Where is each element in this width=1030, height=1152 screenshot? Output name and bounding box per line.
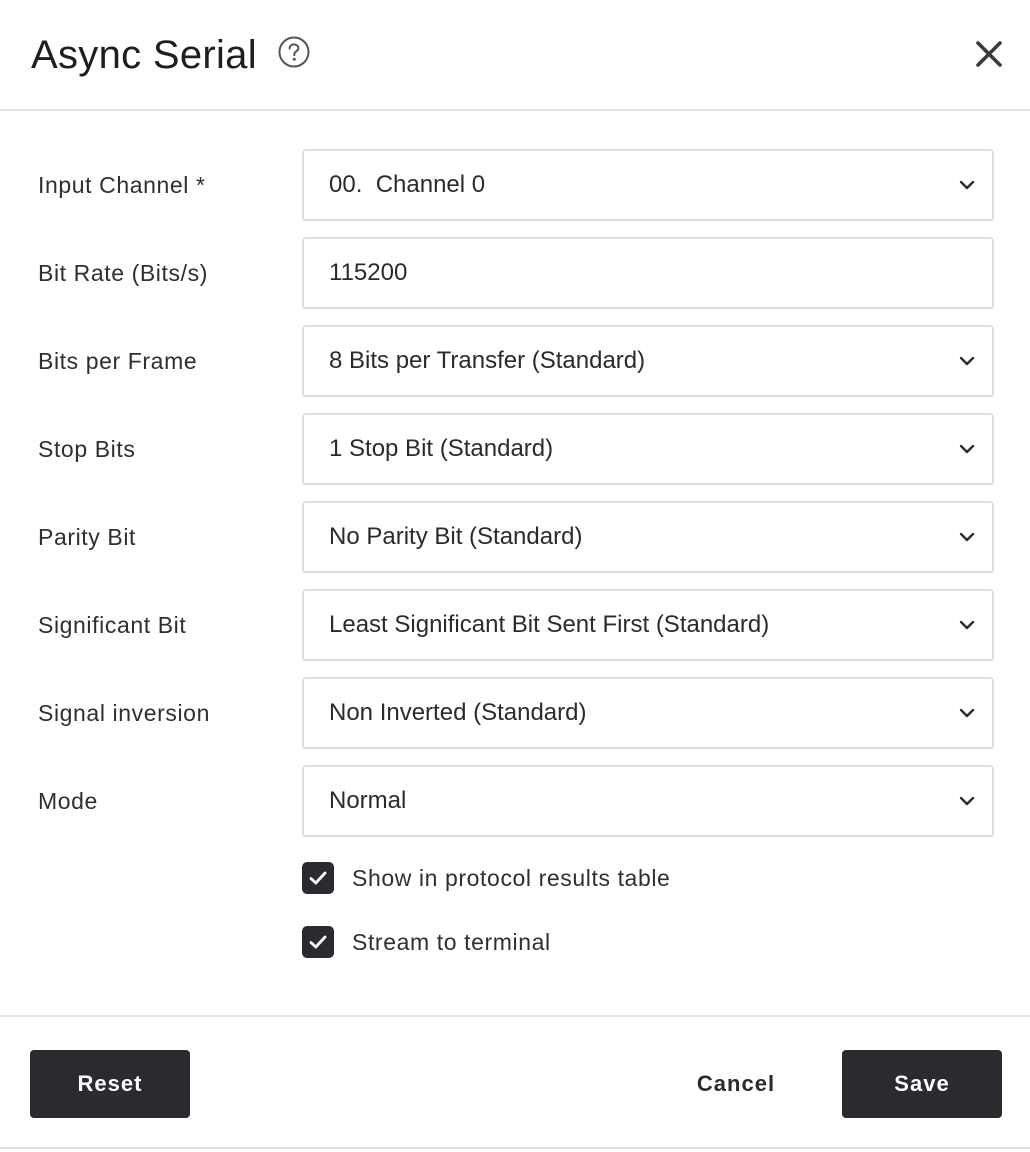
input-channel-value: 00. Channel 0 — [329, 171, 486, 198]
chevron-down-icon — [959, 180, 975, 190]
chevron-down-icon — [959, 444, 975, 454]
parity-bit-value: No Parity Bit (Standard) — [329, 523, 583, 550]
form-row-bit-rate: Bit Rate (Bits/s) 115200 — [0, 237, 1030, 309]
stream-to-terminal-checkbox[interactable] — [302, 926, 334, 958]
bits-per-frame-value: 8 Bits per Transfer (Standard) — [329, 347, 646, 374]
close-icon[interactable] — [972, 37, 1006, 71]
chevron-down-icon — [959, 620, 975, 630]
signal-inversion-select[interactable]: Non Inverted (Standard) — [302, 677, 994, 749]
significant-bit-select[interactable]: Least Significant Bit Sent First (Standa… — [302, 589, 994, 661]
mode-value: Normal — [329, 787, 407, 814]
dialog-header: Async Serial — [0, 0, 1030, 111]
form-row-input-channel: Input Channel * 00. Channel 0 — [0, 149, 1030, 221]
save-button[interactable]: Save — [842, 1050, 1002, 1118]
reset-button[interactable]: Reset — [30, 1050, 190, 1118]
form-row-mode: Mode Normal — [0, 765, 1030, 837]
dialog-title: Async Serial — [31, 33, 257, 77]
chevron-down-icon — [959, 532, 975, 542]
bit-rate-input[interactable]: 115200 — [302, 237, 994, 309]
chevron-down-icon — [959, 356, 975, 366]
stop-bits-label: Stop Bits — [38, 436, 136, 462]
help-icon[interactable] — [278, 36, 310, 68]
signal-inversion-value: Non Inverted (Standard) — [329, 699, 587, 726]
parity-bit-label: Parity Bit — [38, 524, 137, 550]
significant-bit-label: Significant Bit — [38, 612, 187, 638]
cancel-button[interactable]: Cancel — [670, 1050, 802, 1118]
show-in-results-table-checkbox[interactable] — [302, 862, 334, 894]
form-row-significant-bit: Significant Bit Least Significant Bit Se… — [0, 589, 1030, 661]
mode-select[interactable]: Normal — [302, 765, 994, 837]
checkmark-icon — [309, 935, 327, 949]
form-row-signal-inversion: Signal inversion Non Inverted (Standard) — [0, 677, 1030, 749]
chevron-down-icon — [959, 708, 975, 718]
input-channel-select[interactable]: 00. Channel 0 — [302, 149, 994, 221]
mode-label: Mode — [38, 788, 98, 814]
bits-per-frame-label: Bits per Frame — [38, 348, 198, 374]
show-in-results-table-label: Show in protocol results table — [352, 865, 671, 891]
checkmark-icon — [309, 871, 327, 885]
stream-to-terminal-label: Stream to terminal — [352, 929, 551, 955]
stop-bits-select[interactable]: 1 Stop Bit (Standard) — [302, 413, 994, 485]
bit-rate-label: Bit Rate (Bits/s) — [38, 260, 208, 286]
form-row-parity-bit: Parity Bit No Parity Bit (Standard) — [0, 501, 1030, 573]
form-row-bits-per-frame: Bits per Frame 8 Bits per Transfer (Stan… — [0, 325, 1030, 397]
bits-per-frame-select[interactable]: 8 Bits per Transfer (Standard) — [302, 325, 994, 397]
input-channel-label: Input Channel * — [38, 172, 206, 198]
bit-rate-value: 115200 — [329, 259, 408, 286]
significant-bit-value: Least Significant Bit Sent First (Standa… — [329, 611, 770, 638]
dialog-footer: Reset Cancel Save — [0, 1015, 1030, 1149]
stop-bits-value: 1 Stop Bit (Standard) — [329, 435, 554, 462]
signal-inversion-label: Signal inversion — [38, 700, 210, 726]
parity-bit-select[interactable]: No Parity Bit (Standard) — [302, 501, 994, 573]
form-row-stop-bits: Stop Bits 1 Stop Bit (Standard) — [0, 413, 1030, 485]
chevron-down-icon — [959, 796, 975, 806]
